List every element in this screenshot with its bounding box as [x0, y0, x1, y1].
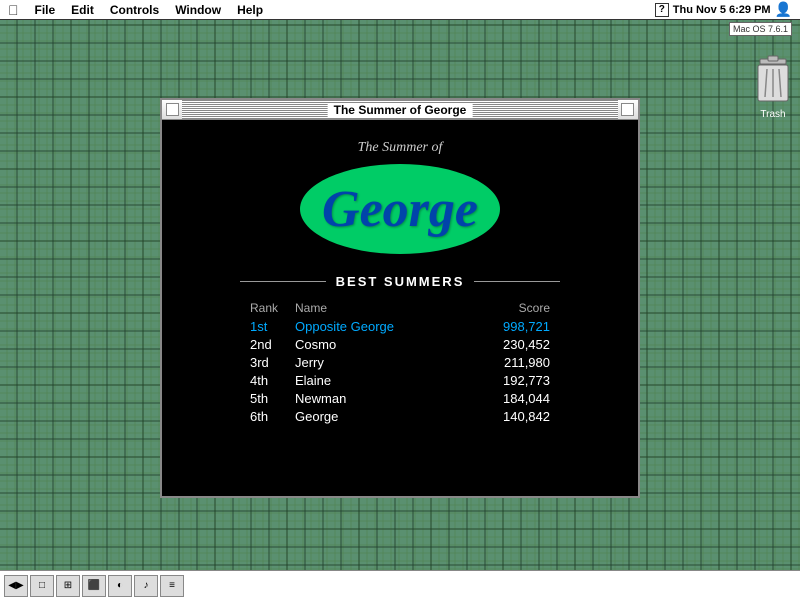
- taskbar-btn-nav[interactable]: ◀▶: [4, 575, 28, 597]
- user-icon: 👤: [775, 1, 792, 18]
- edit-menu[interactable]: Edit: [63, 0, 102, 19]
- apple-icon: : [8, 2, 19, 18]
- clock: Thu Nov 5 6:29 PM: [673, 4, 771, 16]
- taskbar-btn-window[interactable]: □: [30, 575, 54, 597]
- trash-icon[interactable]: [752, 55, 794, 107]
- window-zoom-button[interactable]: [621, 103, 634, 116]
- table-header-row: Rank Name Score: [250, 301, 550, 315]
- cell-rank: 6th: [250, 409, 295, 424]
- best-summers-label: BEST SUMMERS: [336, 274, 465, 289]
- george-name-text: George: [322, 180, 478, 239]
- taskbar-btn-contrast[interactable]: ◐: [108, 575, 132, 597]
- help-menu[interactable]: Help: [229, 0, 271, 19]
- file-menu[interactable]: File: [27, 0, 64, 19]
- cell-name: Elaine: [295, 373, 470, 388]
- menubar-clock-area: ? Thu Nov 5 6:29 PM 👤: [655, 1, 800, 18]
- scores-table: Rank Name Score 1st Opposite George 998,…: [250, 301, 550, 427]
- cell-rank: 2nd: [250, 337, 295, 352]
- cell-score: 230,452: [470, 337, 550, 352]
- cell-score: 140,842: [470, 409, 550, 424]
- cell-score: 192,773: [470, 373, 550, 388]
- taskbar-btn-audio[interactable]: ♪: [134, 575, 158, 597]
- cell-rank: 1st: [250, 319, 295, 334]
- table-row: 2nd Cosmo 230,452: [250, 337, 550, 352]
- apple-menu[interactable]: : [0, 0, 27, 19]
- cell-name: George: [295, 409, 470, 424]
- table-row: 6th George 140,842: [250, 409, 550, 424]
- best-summers-header: BEST SUMMERS: [240, 274, 560, 289]
- table-row: 5th Newman 184,044: [250, 391, 550, 406]
- trash-label: Trash: [760, 109, 785, 120]
- table-row: 3rd Jerry 211,980: [250, 355, 550, 370]
- george-oval: George: [300, 164, 500, 254]
- os-version-badge: Mac OS 7.6.1: [729, 22, 792, 36]
- header-score: Score: [470, 301, 550, 315]
- header-name: Name: [295, 301, 470, 315]
- cell-rank: 4th: [250, 373, 295, 388]
- subtitle-text: The Summer of: [358, 140, 443, 156]
- cell-name: Jerry: [295, 355, 470, 370]
- table-row: 4th Elaine 192,773: [250, 373, 550, 388]
- cell-score: 211,980: [470, 355, 550, 370]
- window-close-button[interactable]: [166, 103, 179, 116]
- cell-name: Cosmo: [295, 337, 470, 352]
- cell-rank: 5th: [250, 391, 295, 406]
- taskbar-btn-black[interactable]: ⬛: [82, 575, 106, 597]
- header-line-left: [240, 281, 326, 282]
- window-menu[interactable]: Window: [167, 0, 229, 19]
- cell-name: Newman: [295, 391, 470, 406]
- trash-container: Trash: [752, 55, 794, 120]
- main-window: The Summer of George The Summer of Georg…: [160, 98, 640, 498]
- window-content: The Summer of George BEST SUMMERS Rank N…: [162, 120, 638, 496]
- taskbar-btn-grid[interactable]: ⊞: [56, 575, 80, 597]
- cell-score: 998,721: [470, 319, 550, 334]
- taskbar: ◀▶ □ ⊞ ⬛ ◐ ♪ ≡: [0, 570, 800, 600]
- george-logo: George: [300, 164, 500, 254]
- cell-name: Opposite George: [295, 319, 470, 334]
- controls-menu[interactable]: Controls: [102, 0, 167, 19]
- window-titlebar: The Summer of George: [162, 100, 638, 120]
- header-rank: Rank: [250, 301, 295, 315]
- help-icon: ?: [655, 3, 669, 17]
- cell-rank: 3rd: [250, 355, 295, 370]
- window-title: The Summer of George: [328, 103, 473, 117]
- taskbar-btn-menu[interactable]: ≡: [160, 575, 184, 597]
- menubar:  File Edit Controls Window Help ? Thu N…: [0, 0, 800, 20]
- cell-score: 184,044: [470, 391, 550, 406]
- table-row: 1st Opposite George 998,721: [250, 319, 550, 334]
- header-line-right: [474, 281, 560, 282]
- score-rows-container: 1st Opposite George 998,721 2nd Cosmo 23…: [250, 319, 550, 424]
